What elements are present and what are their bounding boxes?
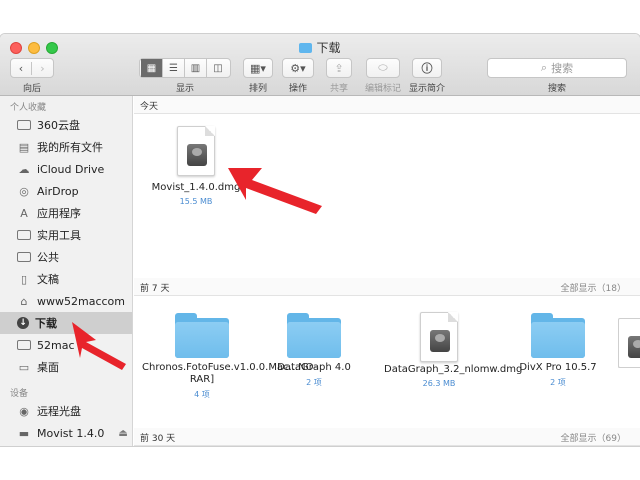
all-files-icon: ▤ xyxy=(18,140,30,154)
file-item[interactable]: Movist_1.4.0.dmg 15.5 MB xyxy=(148,126,244,206)
sidebar-item-utilities[interactable]: 实用工具 xyxy=(0,224,132,246)
dmg-file-icon xyxy=(420,312,458,362)
window-title: 下载 xyxy=(0,39,640,56)
edit-tags-label: 编辑标记 xyxy=(364,84,401,94)
disc-icon: ◉ xyxy=(19,404,29,418)
file-item-partial[interactable] xyxy=(618,318,640,368)
dmg-file-icon xyxy=(177,126,215,176)
section-header-month: 前 30 天 全部显示（69） xyxy=(134,428,640,446)
tag-icon: ⬭ xyxy=(378,61,388,74)
sidebar-item-movist-disk[interactable]: ▬ Movist 1.4.0 ⏏ xyxy=(0,422,132,444)
share-icon: ⇪ xyxy=(334,61,344,75)
sidebar-item-all-files[interactable]: ▤ 我的所有文件 xyxy=(0,136,132,158)
sidebar-item-applications[interactable]: A 应用程序 xyxy=(0,202,132,224)
back-button[interactable]: ‹ xyxy=(11,61,33,75)
section-header-week: 前 7 天 全部显示（18） xyxy=(134,278,640,296)
folder-icon xyxy=(17,252,31,262)
column-view-button[interactable]: ▥ xyxy=(185,59,207,77)
airdrop-icon: ◎ xyxy=(19,184,29,198)
folder-icon xyxy=(17,120,31,130)
favorites-header: 个人收藏 xyxy=(10,103,47,113)
info-icon: ⓘ xyxy=(421,62,433,75)
action-button[interactable]: ⚙▾ xyxy=(282,58,314,78)
folder-item[interactable]: DataGraph 4.0 2 项 xyxy=(262,312,366,388)
show-all-link[interactable]: 全部显示（18） xyxy=(561,281,626,294)
info-label: 显示简介 xyxy=(408,84,445,94)
share-label: 共享 xyxy=(329,84,348,94)
file-browser: 今天 Movist_1.4.0.dmg 15.5 MB 前 7 天 全部显示（1… xyxy=(134,96,640,446)
folder-icon xyxy=(17,230,31,240)
forward-button[interactable]: › xyxy=(32,62,53,75)
sidebar-item-home[interactable]: ⌂ www52maccom xyxy=(0,290,132,312)
eject-icon[interactable]: ⏏ xyxy=(118,428,127,439)
sidebar-item-documents[interactable]: ▯ 文稿 xyxy=(0,268,132,290)
dmg-file-icon xyxy=(618,318,640,368)
share-button[interactable]: ⇪ xyxy=(326,58,352,78)
home-icon: ⌂ xyxy=(20,294,28,308)
download-icon: ↓ xyxy=(17,317,29,329)
info-button[interactable]: ⓘ xyxy=(412,58,442,78)
folder-item[interactable]: Chronos.FotoFuse.v1.0.0.Mac...NO-RAR] 4 … xyxy=(142,312,317,400)
sidebar-item-airdrop[interactable]: ◎ AirDrop xyxy=(0,180,132,202)
edit-tags-button[interactable]: ⬭ xyxy=(366,58,400,78)
arrange-icon: ▦▾ xyxy=(250,61,266,75)
view-segmented: ▦ ☰ ▥ ◫ xyxy=(139,58,231,78)
search-label: 搜索 xyxy=(547,84,566,94)
finder-window: 下载 ‹ › 向后 ▦ ☰ ▥ ◫ 显示 ▦▾ 排列 ⚙▾ 操作 ⇪ 共享 ⬭ … xyxy=(0,34,640,446)
sidebar-item-public[interactable]: 公共 xyxy=(0,246,132,268)
file-item[interactable]: DataGraph_3.2_nlomw.dmg 26.3 MB xyxy=(384,312,522,388)
folder-icon xyxy=(175,313,229,358)
arrange-label: 排列 xyxy=(248,84,267,94)
applications-icon: A xyxy=(20,206,28,220)
documents-icon: ▯ xyxy=(20,272,28,286)
toolbar: 下载 ‹ › 向后 ▦ ☰ ▥ ◫ 显示 ▦▾ 排列 ⚙▾ 操作 ⇪ 共享 ⬭ … xyxy=(0,34,640,96)
cloud-icon: ☁ xyxy=(18,162,30,176)
sidebar-item-icloud[interactable]: ☁ iCloud Drive xyxy=(0,158,132,180)
sidebar-item-downloads[interactable]: ↓ 下载 xyxy=(0,312,132,334)
nav-label: 向后 xyxy=(22,84,41,94)
devices-header: 设备 xyxy=(10,389,29,399)
search-icon: ⌕ xyxy=(540,61,548,74)
desktop-icon: ▭ xyxy=(18,360,30,374)
sidebar-item-360yunpan[interactable]: 360云盘 xyxy=(0,114,132,136)
section-header-today: 今天 xyxy=(134,96,640,114)
nav-buttons: ‹ › xyxy=(10,58,54,78)
show-all-link[interactable]: 全部显示（69） xyxy=(561,431,626,444)
arrange-button[interactable]: ▦▾ xyxy=(243,58,273,78)
list-view-button[interactable]: ☰ xyxy=(163,59,185,77)
folder-icon xyxy=(531,313,585,358)
folder-item[interactable]: DivX Pro 10.5.7 2 项 xyxy=(510,312,606,388)
search-input[interactable]: ⌕ 搜索 xyxy=(487,58,627,78)
gear-icon: ⚙▾ xyxy=(290,61,306,75)
action-label: 操作 xyxy=(288,84,307,94)
folder-icon xyxy=(17,340,31,350)
sidebar-item-desktop[interactable]: ▭ 桌面 xyxy=(0,356,132,378)
view-label: 显示 xyxy=(175,84,194,94)
sidebar-item-52mac[interactable]: 52mac xyxy=(0,334,132,356)
sidebar-item-remote-disc[interactable]: ◉ 远程光盘 xyxy=(0,400,132,422)
icon-view-button[interactable]: ▦ xyxy=(141,59,163,77)
coverflow-view-button[interactable]: ◫ xyxy=(207,59,229,77)
sidebar: 个人收藏 360云盘 ▤ 我的所有文件 ☁ iCloud Drive ◎ AirDro… xyxy=(0,96,133,446)
folder-icon xyxy=(299,43,313,53)
folder-icon xyxy=(287,313,341,358)
disk-icon: ▬ xyxy=(18,426,30,440)
